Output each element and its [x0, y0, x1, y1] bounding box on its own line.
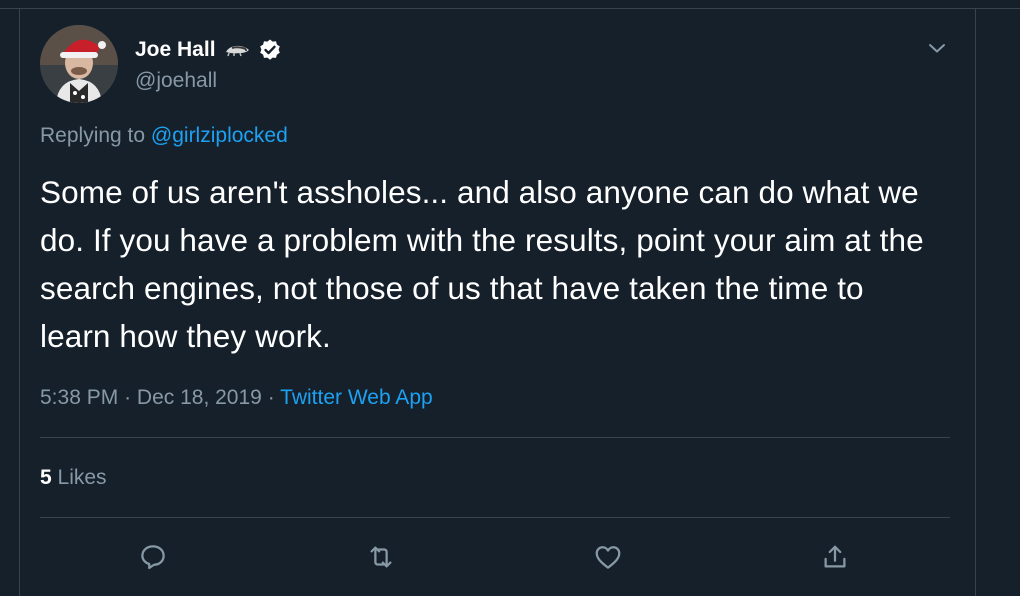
likes-label: Likes — [57, 466, 107, 489]
tweet-card: Joe Hall @joehall Replying to @girlziplo… — [0, 0, 1020, 596]
share-icon — [824, 545, 846, 568]
replying-prefix: Replying to — [40, 124, 146, 147]
user-handle[interactable]: @joehall — [135, 68, 217, 94]
badger-emoji-icon — [224, 42, 250, 58]
replying-to-link[interactable]: @girlziplocked — [151, 124, 288, 147]
likes-count-link[interactable]: 5 Likes — [40, 463, 107, 493]
display-name[interactable]: Joe Hall — [135, 36, 216, 64]
tweet-source-link[interactable]: Twitter Web App — [280, 386, 433, 409]
reply-icon — [141, 545, 165, 570]
verified-badge-icon — [258, 38, 282, 62]
like-button[interactable] — [591, 540, 625, 574]
replying-to-line: Replying to @girlziplocked — [40, 122, 288, 150]
reply-button[interactable] — [136, 540, 170, 574]
card-border-left — [19, 8, 20, 596]
author-name-row[interactable]: Joe Hall — [135, 36, 282, 64]
retweet-icon — [370, 546, 392, 568]
chevron-down-icon[interactable] — [925, 36, 949, 60]
divider — [40, 437, 950, 438]
meta-separator: · — [124, 386, 132, 409]
retweet-button[interactable] — [364, 540, 398, 574]
tweet-text: Some of us aren't assholes... and also a… — [40, 174, 924, 354]
card-border-right — [975, 8, 976, 596]
meta-separator: · — [267, 386, 275, 409]
tweet-time[interactable]: 5:38 PM — [40, 386, 118, 409]
divider — [40, 517, 950, 518]
heart-icon — [595, 546, 621, 569]
tweet-date[interactable]: Dec 18, 2019 — [137, 386, 262, 409]
avatar[interactable] — [40, 25, 118, 103]
share-button[interactable] — [818, 540, 852, 574]
tweet-meta: 5:38 PM · Dec 18, 2019 · Twitter Web App — [40, 383, 433, 413]
avatar-image — [40, 25, 118, 103]
likes-number: 5 — [40, 466, 52, 489]
card-border-top — [0, 8, 1020, 9]
